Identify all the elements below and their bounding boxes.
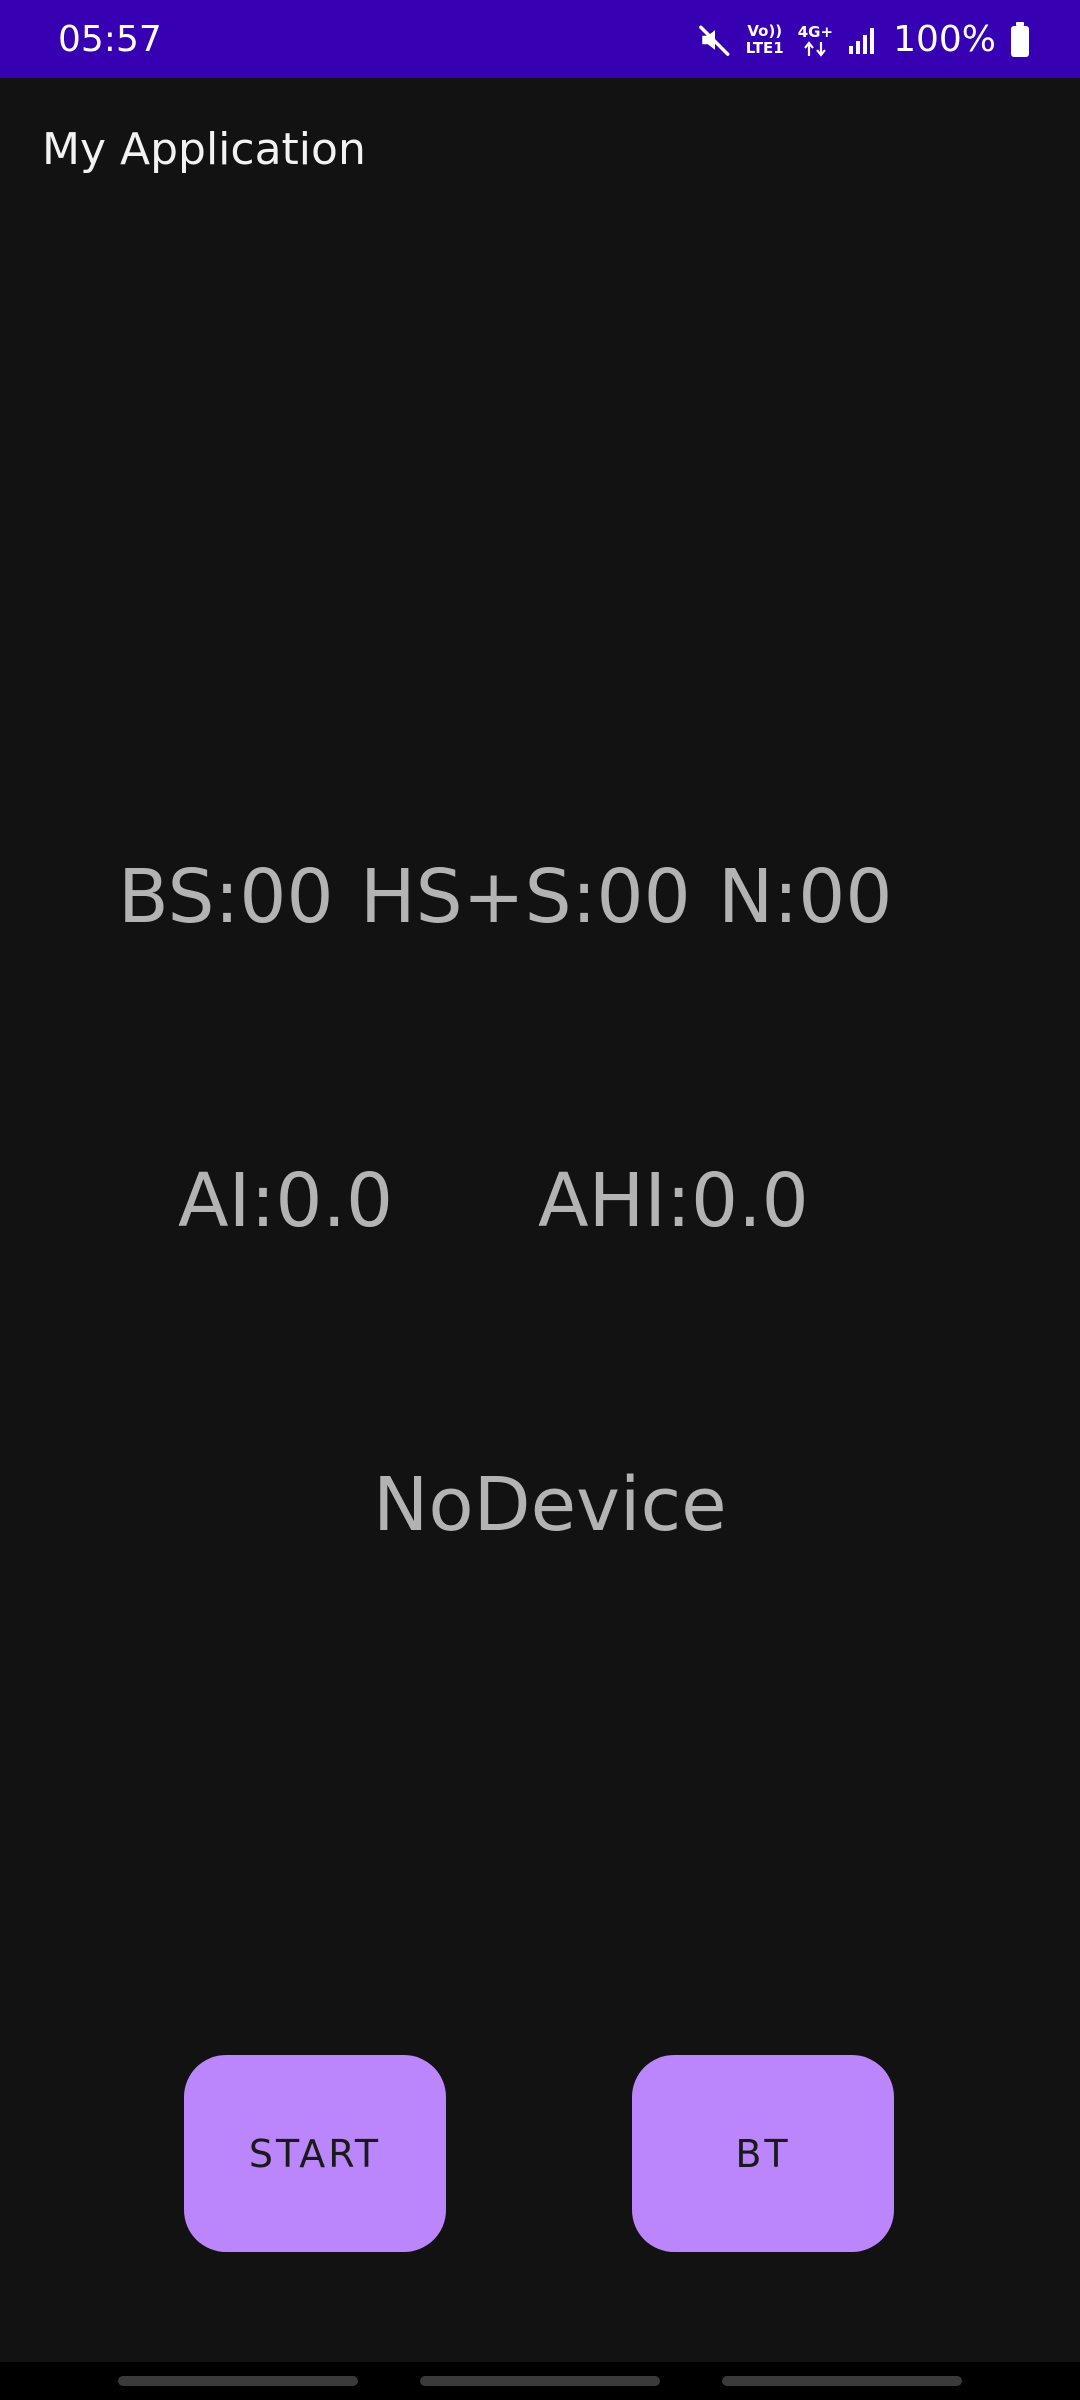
- start-button[interactable]: START: [184, 2055, 446, 2252]
- battery-icon: [1010, 22, 1030, 58]
- battery-percent: 100%: [893, 19, 996, 60]
- network-4g-icon: 4G+: [797, 22, 834, 57]
- app-title: My Application: [42, 124, 366, 175]
- ahi-value: AHI:0.0: [538, 1158, 809, 1244]
- volte-top-label: Vo)): [747, 22, 783, 40]
- volte-icon: Vo)) LTE1: [746, 23, 784, 57]
- device-status: NoDevice: [373, 1462, 727, 1548]
- status-icons: Vo)) LTE1 4G+ 100%: [698, 18, 1030, 62]
- nav-handle-center[interactable]: [420, 2376, 660, 2386]
- status-time: 05:57: [58, 19, 162, 60]
- nav-handle-left[interactable]: [118, 2376, 358, 2386]
- n-value: N:00: [718, 854, 893, 940]
- data-arrows-icon: [802, 40, 828, 57]
- volte-bottom-label: LTE1: [745, 39, 784, 57]
- network-type-label: 4G+: [797, 22, 834, 41]
- bs-value: BS:00: [118, 854, 334, 940]
- status-bar: 05:57 Vo)) LTE1 4G+ 100%: [0, 0, 1080, 78]
- hs-s-value: HS+S:00: [360, 854, 691, 940]
- ai-value: AI:0.0: [178, 1158, 394, 1244]
- mute-icon: [698, 23, 732, 57]
- bt-button[interactable]: BT: [632, 2055, 894, 2252]
- navigation-bar: [0, 2362, 1080, 2400]
- signal-icon: [847, 24, 879, 56]
- nav-handle-right[interactable]: [722, 2376, 962, 2386]
